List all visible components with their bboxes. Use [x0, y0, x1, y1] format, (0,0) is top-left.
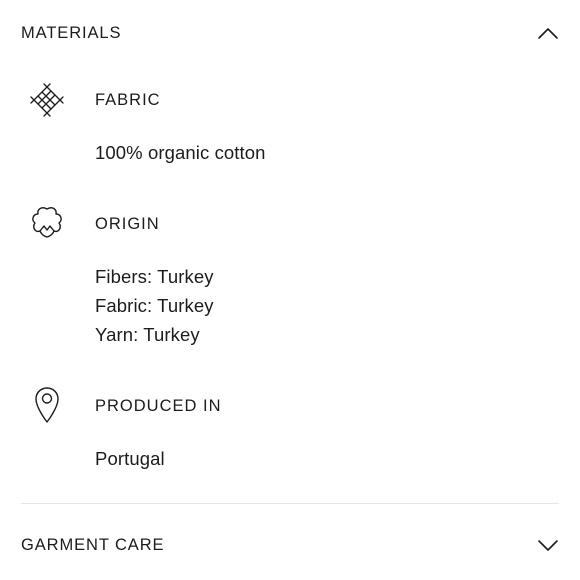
produced-in-value: Portugal	[95, 444, 165, 473]
fabric-value: 100% organic cotton	[95, 138, 266, 167]
chevron-down-icon[interactable]	[537, 538, 559, 552]
origin-values: Fibers: Turkey Fabric: Turkey Yarn: Turk…	[95, 262, 214, 349]
origin-label: ORIGIN	[95, 215, 160, 233]
location-pin-icon	[35, 387, 59, 423]
cotton-boll-icon	[32, 207, 62, 238]
origin-value-line: Fabric: Turkey	[95, 295, 214, 316]
garment-care-title: GARMENT CARE	[21, 535, 165, 554]
garment-care-accordion-header[interactable]: GARMENT CARE	[21, 530, 559, 560]
chevron-up-icon[interactable]	[537, 26, 559, 40]
produced-in-label: PRODUCED IN	[95, 397, 222, 415]
materials-accordion-header[interactable]: MATERIALS	[21, 18, 559, 48]
produced-in-value-line: Portugal	[95, 448, 165, 469]
origin-value-line: Yarn: Turkey	[95, 324, 200, 345]
fabric-weave-icon	[30, 83, 64, 117]
section-divider	[21, 503, 559, 504]
origin-value-line: Fibers: Turkey	[95, 266, 214, 287]
fabric-value-line: 100% organic cotton	[95, 142, 266, 163]
materials-title: MATERIALS	[21, 23, 122, 42]
fabric-label: FABRIC	[95, 91, 161, 109]
